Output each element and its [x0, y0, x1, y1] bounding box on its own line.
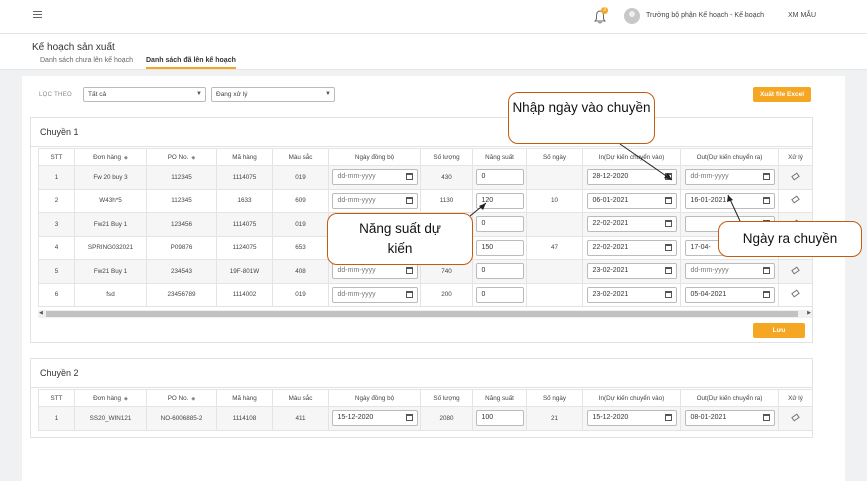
callout-in-date: Nhập ngày vào chuyền [508, 92, 655, 144]
arrow-in-date [619, 143, 673, 181]
callout-out-date: Ngày ra chuyền [718, 221, 862, 257]
callout-rate: Năng suất dự kiến [327, 213, 473, 265]
arrowhead [664, 173, 672, 180]
arrowhead [479, 203, 486, 210]
arrowhead [727, 195, 733, 202]
